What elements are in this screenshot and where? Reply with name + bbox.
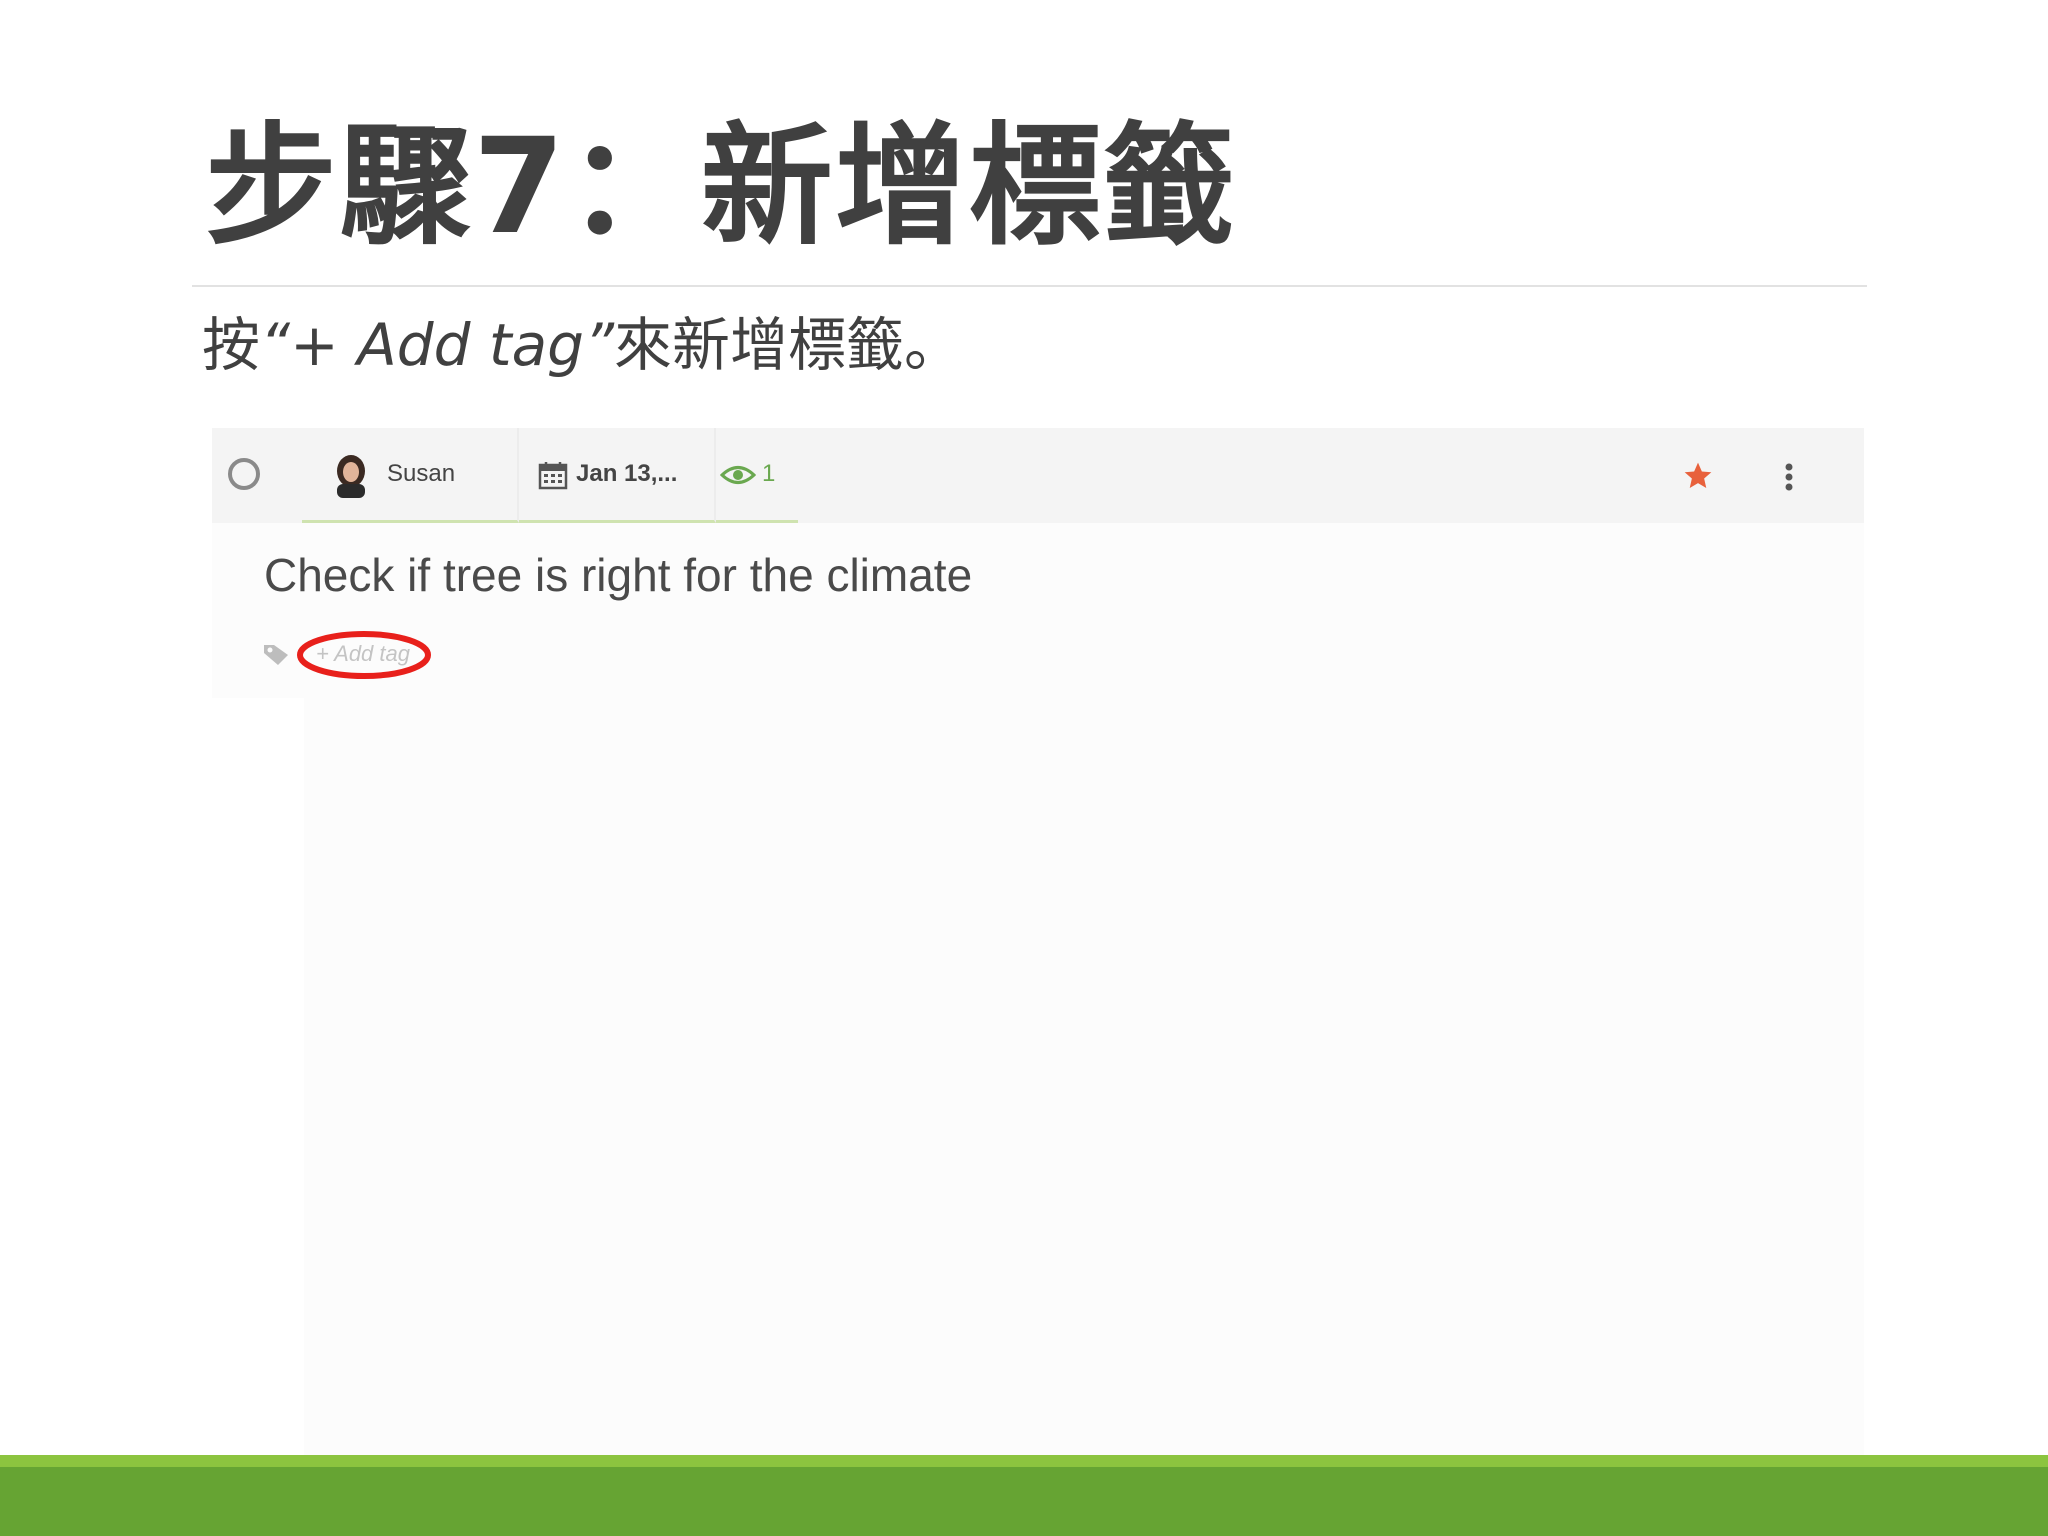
task-header: Susan Jan 13,... 1	[212, 428, 1864, 523]
watchers-count: 1	[762, 460, 776, 487]
more-vertical-icon[interactable]	[1784, 462, 1794, 492]
eye-icon	[720, 466, 756, 484]
due-date: Jan 13,...	[576, 460, 678, 487]
tag-icon	[264, 645, 288, 665]
star-icon[interactable]	[1682, 460, 1714, 492]
complete-circle-icon[interactable]	[228, 458, 260, 490]
subtitle-pre: 按	[202, 311, 261, 379]
subtitle-post: 來新增標籤。	[614, 311, 963, 379]
footer-bar	[0, 1467, 2048, 1536]
avatar	[337, 455, 365, 498]
assignee-name: Susan	[387, 460, 456, 487]
slide-subtitle: 按“+ Add tag”來新增標籤。	[202, 305, 962, 385]
title-divider	[192, 285, 1867, 287]
slide-title: 步驟7：新增標籤	[205, 110, 1237, 264]
subtitle-quoted: “+ Add tag”	[260, 311, 614, 379]
task-screenshot: Susan Jan 13,... 1 Check if tree is righ…	[212, 428, 1864, 1458]
task-title[interactable]: Check if tree is right for the climate	[264, 548, 972, 602]
add-tag-button[interactable]: + Add tag	[316, 641, 410, 667]
footer-accent-bar	[0, 1455, 2048, 1467]
calendar-icon	[538, 462, 568, 490]
